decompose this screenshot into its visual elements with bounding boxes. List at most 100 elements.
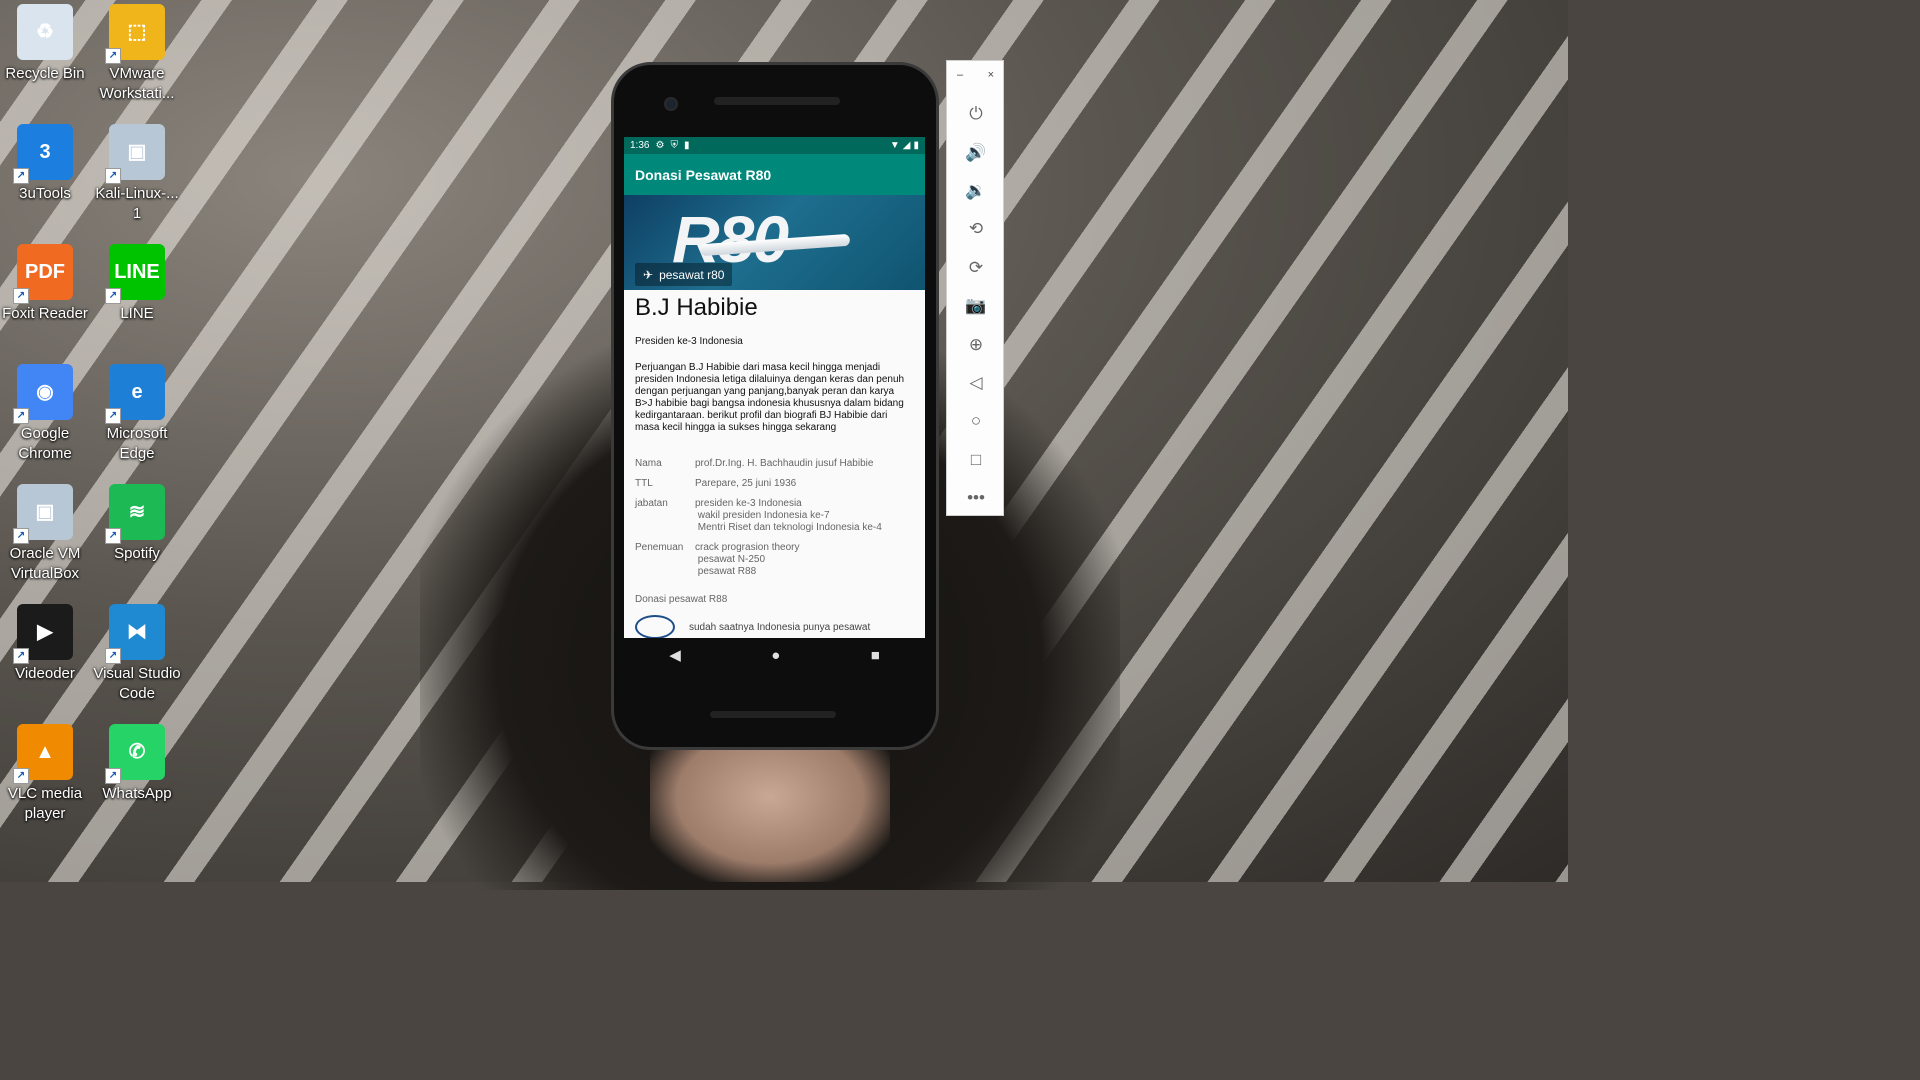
donation-item-text: sudah saatnya Indonesia punya pesawat	[689, 621, 871, 633]
desktop-icon-label: Microsoft Edge	[106, 425, 168, 462]
desktop-icon-label: Foxit Reader	[2, 305, 88, 322]
toolbar-button-list: ⏻ 🔊 🔉 ⟲ ⟳ 📷 ⊕ ◁ ○ □ •••	[947, 95, 1003, 517]
profile-row: Penemuan crack prograsion theory pesawat…	[635, 542, 914, 578]
donation-section-title: Donasi pesawat R88	[635, 594, 728, 605]
desktop-icon[interactable]: ♻ Recycle Bin	[0, 4, 90, 84]
shortcut-arrow-icon: ↗	[105, 48, 121, 64]
desktop-icon[interactable]: 3 ↗ 3uTools	[0, 124, 90, 204]
banner-chip[interactable]: ✈ pesawat r80	[635, 263, 733, 286]
more-icon[interactable]: •••	[947, 479, 1005, 517]
r80-banner-image: R80 ✈ pesawat r80	[624, 195, 925, 290]
app-icon: ⬚ ↗	[105, 4, 165, 64]
app-icon: 3 ↗	[13, 124, 73, 184]
donation-logo-icon	[635, 615, 675, 638]
desktop-icon[interactable]: LINE ↗ LINE	[92, 244, 182, 324]
desktop-icon-label: Google Chrome	[18, 425, 72, 462]
desktop-icon[interactable]: ⧓ ↗ Visual Studio Code	[92, 604, 182, 704]
app-icon: ▲ ↗	[13, 724, 73, 784]
camera-icon[interactable]: 📷	[947, 287, 1005, 325]
shortcut-arrow-icon: ↗	[105, 768, 121, 784]
profile-row: TTL Parepare, 25 juni 1936	[635, 478, 914, 490]
profile-key: Nama	[635, 458, 662, 469]
desktop-icon-label: 3uTools	[19, 185, 71, 202]
desktop-icon[interactable]: ▲ ↗ VLC media player	[0, 724, 90, 824]
desktop-icon[interactable]: ▶ ↗ Videoder	[0, 604, 90, 684]
emulator-toolbar: – × ⏻ 🔊 🔉 ⟲ ⟳ 📷 ⊕ ◁ ○ □ •••	[946, 60, 1004, 516]
profile-subtitle: Presiden ke-3 Indonesia	[635, 336, 743, 347]
earpiece-speaker	[714, 97, 840, 105]
shortcut-arrow-icon: ↗	[105, 408, 121, 424]
profile-value: crack prograsion theory pesawat N-250 pe…	[695, 542, 800, 577]
shield-icon: ⛨	[670, 140, 678, 151]
app-title: Donasi Pesawat R80	[635, 166, 772, 183]
desktop-icon-label: VMware Workstati...	[99, 65, 175, 102]
desktop-icon[interactable]: PDF ↗ Foxit Reader	[0, 244, 90, 324]
desktop-icon-label: Oracle VM VirtualBox	[9, 545, 81, 582]
power-icon[interactable]: ⏻	[947, 95, 1005, 133]
overview-icon[interactable]: □	[947, 441, 1005, 479]
profile-description: Perjuangan B.J Habibie dari masa kecil h…	[635, 362, 905, 433]
desktop-icon-label: WhatsApp	[102, 785, 172, 802]
volume-up-icon[interactable]: 🔊	[947, 133, 1005, 171]
desktop-icon[interactable]: ▣ ↗ Oracle VM VirtualBox	[0, 484, 90, 584]
android-nav-bar: ◀ ● ■	[624, 640, 925, 670]
volume-down-icon[interactable]: 🔉	[947, 172, 1005, 210]
wallpaper-hands	[650, 740, 890, 882]
shortcut-arrow-icon: ↗	[105, 288, 121, 304]
desktop-icon[interactable]: ⬚ ↗ VMware Workstati...	[92, 4, 182, 104]
nav-home-button[interactable]: ●	[771, 647, 780, 664]
desktop-icon-label: VLC media player	[7, 785, 83, 822]
app-icon: ▣ ↗	[105, 124, 165, 184]
zoom-icon[interactable]: ⊕	[947, 325, 1005, 363]
app-icon: ◉ ↗	[13, 364, 73, 424]
rotate-right-icon[interactable]: ⟳	[947, 249, 1005, 287]
donation-list-item[interactable]: sudah saatnya Indonesia punya pesawat	[635, 615, 914, 638]
shortcut-arrow-icon: ↗	[13, 648, 29, 664]
app-icon: LINE ↗	[105, 244, 165, 304]
profile-content: B.J Habibie Presiden ke-3 Indonesia Perj…	[624, 294, 925, 638]
profile-key: jabatan	[635, 498, 668, 509]
sdcard-icon: ▮	[683, 140, 690, 151]
desktop-icon-label: Visual Studio Code	[93, 665, 181, 702]
wifi-icon: ▼	[889, 140, 900, 151]
app-icon: ♻	[17, 4, 73, 60]
desktop-icon-label: LINE	[120, 305, 154, 322]
desktop-icon[interactable]: ◉ ↗ Google Chrome	[0, 364, 90, 464]
app-icon: ≋ ↗	[105, 484, 165, 544]
nav-recents-button[interactable]: ■	[871, 647, 880, 664]
desktop-icon-label: Kali-Linux-... 1	[95, 185, 179, 222]
gear-icon: ⚙	[655, 140, 665, 151]
desktop-icon[interactable]: ≋ ↗ Spotify	[92, 484, 182, 564]
profile-key: TTL	[635, 478, 653, 489]
back-icon[interactable]: ◁	[947, 364, 1005, 402]
minimize-button[interactable]: –	[957, 69, 963, 81]
home-icon[interactable]: ○	[947, 402, 1005, 440]
profile-value: Parepare, 25 juni 1936	[695, 478, 797, 489]
shortcut-arrow-icon: ↗	[13, 168, 29, 184]
bottom-speaker	[710, 711, 836, 718]
nav-back-button[interactable]: ◀	[669, 646, 681, 664]
profile-table: Nama prof.Dr.Ing. H. Bachhaudin jusuf Ha…	[635, 458, 914, 578]
battery-icon: ▮	[913, 140, 919, 151]
desktop-icon[interactable]: ✆ ↗ WhatsApp	[92, 724, 182, 804]
desktop-icon[interactable]: ▣ ↗ Kali-Linux-... 1	[92, 124, 182, 224]
banner-chip-label: pesawat r80	[659, 267, 725, 282]
close-button[interactable]: ×	[988, 69, 994, 81]
rotate-left-icon[interactable]: ⟲	[947, 210, 1005, 248]
desktop-icon[interactable]: e ↗ Microsoft Edge	[92, 364, 182, 464]
app-icon: ▶ ↗	[13, 604, 73, 664]
desktop-icon-label: Videoder	[15, 665, 75, 682]
app-icon: ⧓ ↗	[105, 604, 165, 664]
app-icon: ▣ ↗	[13, 484, 73, 544]
shortcut-arrow-icon: ↗	[13, 528, 29, 544]
profile-row: jabatan presiden ke-3 Indonesia wakil pr…	[635, 498, 914, 534]
app-bar: Donasi Pesawat R80	[624, 154, 925, 195]
shortcut-arrow-icon: ↗	[105, 168, 121, 184]
app-icon: e ↗	[105, 364, 165, 424]
front-camera	[664, 97, 678, 111]
shortcut-arrow-icon: ↗	[105, 528, 121, 544]
shortcut-arrow-icon: ↗	[13, 408, 29, 424]
shortcut-arrow-icon: ↗	[13, 288, 29, 304]
profile-value: prof.Dr.Ing. H. Bachhaudin jusuf Habibie	[695, 458, 874, 469]
phone-screen: 1:36 ⚙ ⛨ ▮ ▼ ◢ ▮ Donasi Pesawat R80 R80 …	[624, 137, 925, 638]
